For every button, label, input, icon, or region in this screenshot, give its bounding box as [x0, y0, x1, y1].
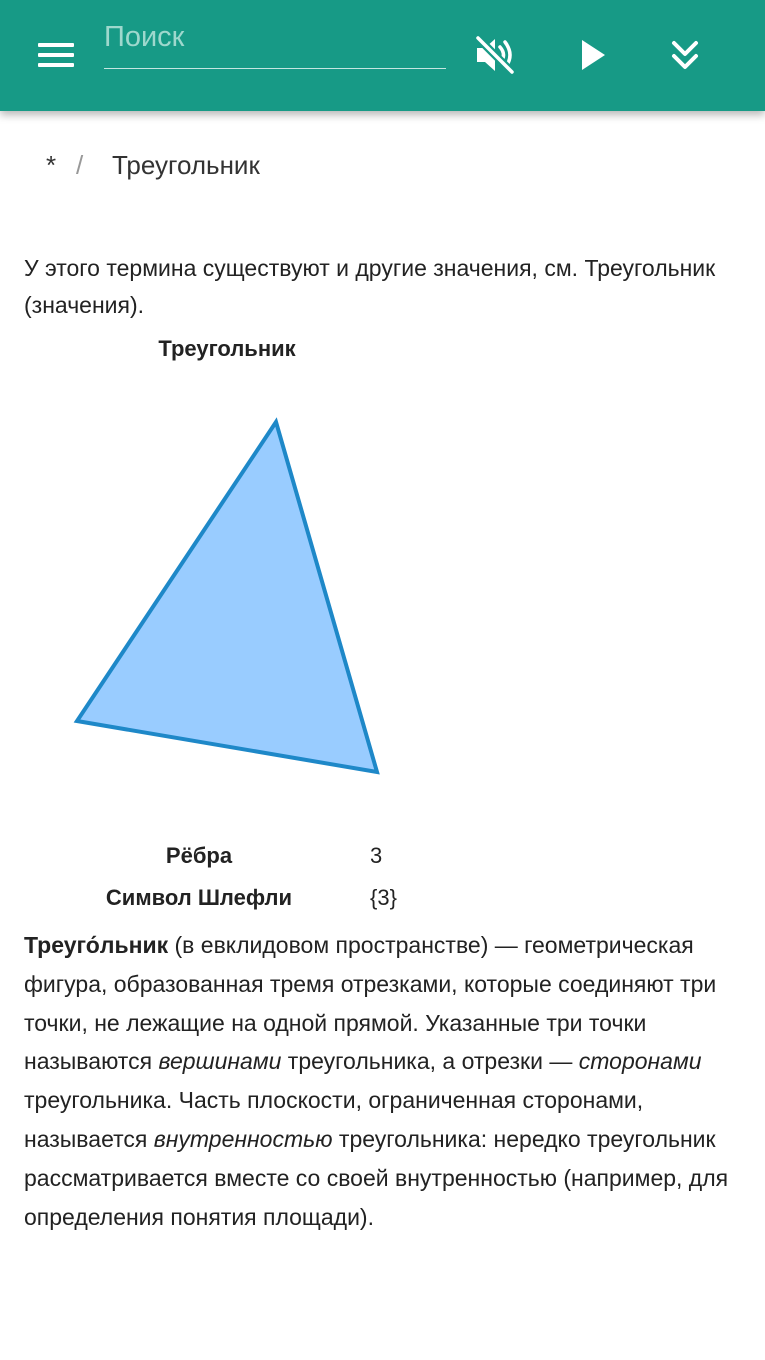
- breadcrumb-current: Треугольник: [112, 150, 260, 180]
- hatnote-end: .: [137, 292, 145, 318]
- breadcrumb-separator: /: [76, 150, 84, 180]
- volume-off-icon[interactable]: [470, 30, 520, 80]
- article-em-interior: внутренностью: [153, 1125, 333, 1152]
- infobox-value-schlafli: {3}: [370, 885, 397, 910]
- search-box: [104, 14, 446, 69]
- article-paragraph: Треуго́льник (в евклидовом пространстве)…: [24, 926, 744, 1236]
- infobox-value-edges: 3: [370, 843, 383, 868]
- article-text-2: треугольника, а отрезки —: [281, 1048, 579, 1075]
- article-em-sides: сторонами: [578, 1048, 702, 1075]
- hatnote-text: У этого термина существуют и другие знач…: [24, 255, 585, 281]
- infobox-title: Треугольник: [158, 336, 296, 361]
- infobox-row-edges: Рёбра 3: [24, 838, 624, 874]
- infobox-label-schlafli: Символ Шлефли: [105, 885, 293, 910]
- infobox-row-schlafli: Символ Шлефли {3}: [24, 880, 624, 916]
- search-input[interactable]: [104, 14, 446, 60]
- triangle-image: [60, 410, 400, 790]
- article-term: Треуго́льник: [24, 932, 169, 958]
- play-icon[interactable]: [568, 30, 618, 80]
- infobox-label-edges: Рёбра: [165, 843, 233, 868]
- app-toolbar: [0, 0, 765, 111]
- hatnote: У этого термина существуют и другие знач…: [24, 250, 744, 324]
- breadcrumb: * / Треугольник: [46, 150, 260, 186]
- hamburger-menu-icon[interactable]: [36, 38, 76, 72]
- article-em-vertices: вершинами: [158, 1048, 282, 1075]
- double-chevron-down-icon[interactable]: [660, 30, 710, 80]
- breadcrumb-home[interactable]: *: [46, 150, 76, 181]
